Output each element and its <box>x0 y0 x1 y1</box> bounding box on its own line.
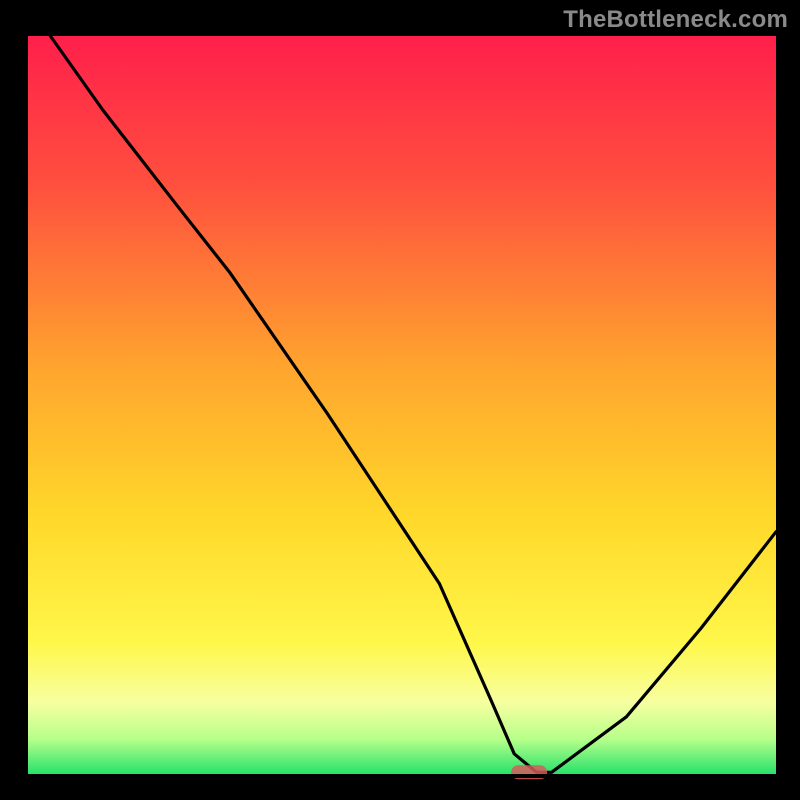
plot-background <box>28 36 776 776</box>
bottleneck-chart <box>0 0 800 800</box>
chart-frame: { "watermark": "TheBottleneck.com", "cha… <box>0 0 800 800</box>
watermark-text: TheBottleneck.com <box>563 6 788 34</box>
